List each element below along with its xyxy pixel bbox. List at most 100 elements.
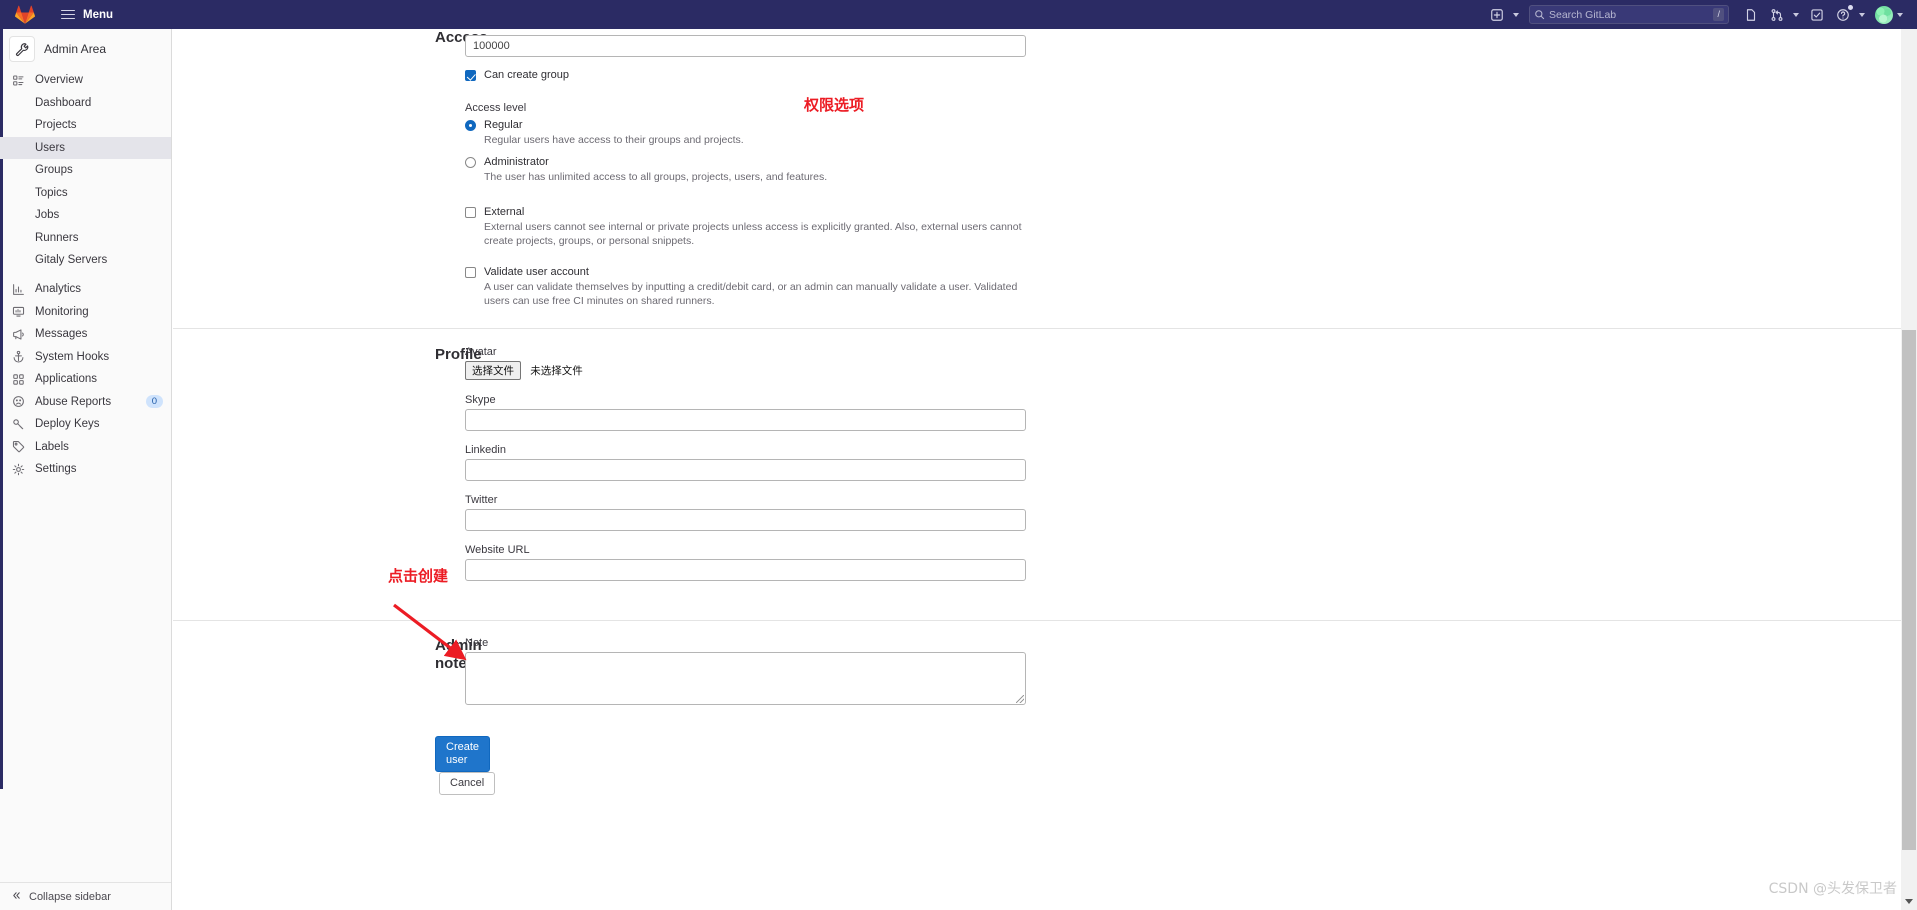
section-profile-right: Avatar 选择文件 未选择文件 Skype Linkedin Twitter We… [465,346,1904,594]
sidebar-item-label: Runners [35,231,79,244]
sidebar-item-users[interactable]: Users [0,136,171,159]
access-level-regular-title: Regular [484,119,523,131]
sidebar-context-title: Admin Area [44,42,107,56]
sidebar-item-messages[interactable]: Messages [0,323,171,346]
gear-icon [11,462,26,477]
sidebar-item-label: Gitaly Servers [35,254,108,267]
access-level-administrator-radio[interactable] [465,156,476,168]
hook-anchor-icon [11,349,26,364]
merge-request-icon[interactable] [1765,3,1789,27]
sidebar-item-analytics[interactable]: Analytics [0,278,171,301]
sidebar-item-applications[interactable]: Applications [0,368,171,391]
external-title: External [484,206,525,218]
sidebar-item-deploy-keys[interactable]: Deploy Keys [0,413,171,436]
sidebar-item-topics[interactable]: Topics [0,182,171,205]
sidebar-item-gitaly-servers[interactable]: Gitaly Servers [0,249,171,272]
sidebar-nav-list: Overview Dashboard Projects Users Groups Topi… [0,69,171,481]
sidebar: Admin Area Overview Dashboard Projects User… [0,29,172,910]
access-level-option-regular[interactable]: Regular Regular users have access to the… [465,119,1904,148]
projects-limit-input[interactable] [465,35,1026,57]
external-desc: External users cannot see internal or pr… [484,221,1022,247]
sidebar-item-label: Users [35,141,66,154]
sidebar-item-projects[interactable]: Projects [0,114,171,137]
sidebar-item-label: Settings [35,463,77,476]
search-shortcut-badge: / [1713,8,1724,21]
note-textarea[interactable] [465,652,1026,705]
chart-bar-icon [11,282,26,297]
twitter-input[interactable] [465,509,1026,531]
section-access: Access Can create group Access level Reg… [173,29,1904,308]
question-circle-icon[interactable] [1831,3,1855,27]
sidebar-item-label: Jobs [35,209,60,222]
sidebar-item-groups[interactable]: Groups [0,159,171,182]
note-group: Note [465,637,1904,705]
section-profile-left: Profile [173,346,482,594]
form-actions-left: Create user Cancel [173,736,496,795]
validate-user-desc: A user can validate themselves by inputt… [484,281,1018,307]
monitor-icon [11,304,26,319]
sidebar-item-overview[interactable]: Overview [0,69,171,92]
vertical-scrollbar-thumb[interactable] [1902,330,1916,850]
sidebar-item-system-hooks[interactable]: System Hooks [0,346,171,369]
sidebar-item-label: Projects [35,119,77,132]
section-access-left: Access [173,29,488,308]
sidebar-item-labels[interactable]: Labels [0,436,171,459]
sidebar-item-settings[interactable]: Settings [0,458,171,481]
section-profile: Profile Avatar 选择文件 未选择文件 Skype Linkedin T… [173,329,1904,594]
menu-button[interactable]: Menu [54,6,120,24]
key-icon [11,417,26,432]
sidebar-item-monitoring[interactable]: Monitoring [0,301,171,324]
main-content: Access Can create group Access level Reg… [173,29,1904,910]
sidebar-item-label: Applications [35,373,98,386]
search-input[interactable]: Search GitLab / [1529,5,1729,24]
plus-square-icon[interactable] [1485,3,1509,27]
sidebar-item-jobs[interactable]: Jobs [0,204,171,227]
twitter-label: Twitter [465,494,498,506]
scroll-down-arrow-icon[interactable] [1901,893,1917,910]
gitlab-logo-icon[interactable] [0,0,50,29]
linkedin-input[interactable] [465,459,1026,481]
linkedin-label: Linkedin [465,444,506,456]
help-chevron-down-icon[interactable] [1859,12,1865,17]
avatar-group: Avatar 选择文件 未选择文件 [465,346,1904,380]
textarea-resize-handle[interactable] [1016,695,1024,703]
projects-limit-group [465,35,1904,57]
can-create-group-checkbox[interactable] [465,70,476,81]
collapse-sidebar-button[interactable]: Collapse sidebar [0,882,171,910]
skype-input[interactable] [465,409,1026,431]
user-avatar-icon[interactable] [1875,5,1893,24]
avatar-choose-file-button[interactable]: 选择文件 [465,361,521,380]
website-url-label: Website URL [465,544,530,556]
create-new-chevron-down-icon[interactable] [1513,12,1519,17]
todo-checkbox-icon[interactable] [1805,3,1829,27]
validate-user-checkbox[interactable] [465,267,476,278]
navbar-right-group: Search GitLab / [1485,0,1917,29]
sidebar-item-label: Groups [35,164,73,177]
sidebar-item-label: Topics [35,186,68,199]
sidebar-context-header[interactable]: Admin Area [0,29,171,69]
sidebar-item-runners[interactable]: Runners [0,227,171,250]
user-menu-chevron-down-icon[interactable] [1897,12,1903,17]
sidebar-item-label: Monitoring [35,305,89,318]
merge-request-chevron-down-icon[interactable] [1793,12,1799,17]
website-url-input[interactable] [465,559,1026,581]
external-checkbox[interactable] [465,207,476,218]
external-row[interactable]: External External users cannot see inter… [465,206,1904,248]
sidebar-item-badge: 0 [145,395,163,409]
hamburger-icon [61,9,75,20]
sidebar-item-abuse-reports[interactable]: Abuse Reports 0 [0,391,171,414]
sidebar-item-dashboard[interactable]: Dashboard [0,92,171,115]
sidebar-item-label: Messages [35,328,88,341]
skype-group: Skype [465,394,1904,431]
access-level-option-administrator[interactable]: Administrator The user has unlimited acc… [465,156,1904,185]
applications-grid-icon [11,372,26,387]
validate-user-title: Validate user account [484,266,589,278]
access-level-regular-radio[interactable] [465,120,476,131]
section-admin-notes-right: Note [465,637,1904,716]
search-placeholder: Search GitLab [1549,8,1617,21]
note-label: Note [465,637,489,649]
issues-icon[interactable] [1739,3,1763,27]
skype-label: Skype [465,394,496,406]
validate-user-row[interactable]: Validate user account A user can validat… [465,266,1904,308]
can-create-group-row[interactable]: Can create group [465,69,1904,82]
